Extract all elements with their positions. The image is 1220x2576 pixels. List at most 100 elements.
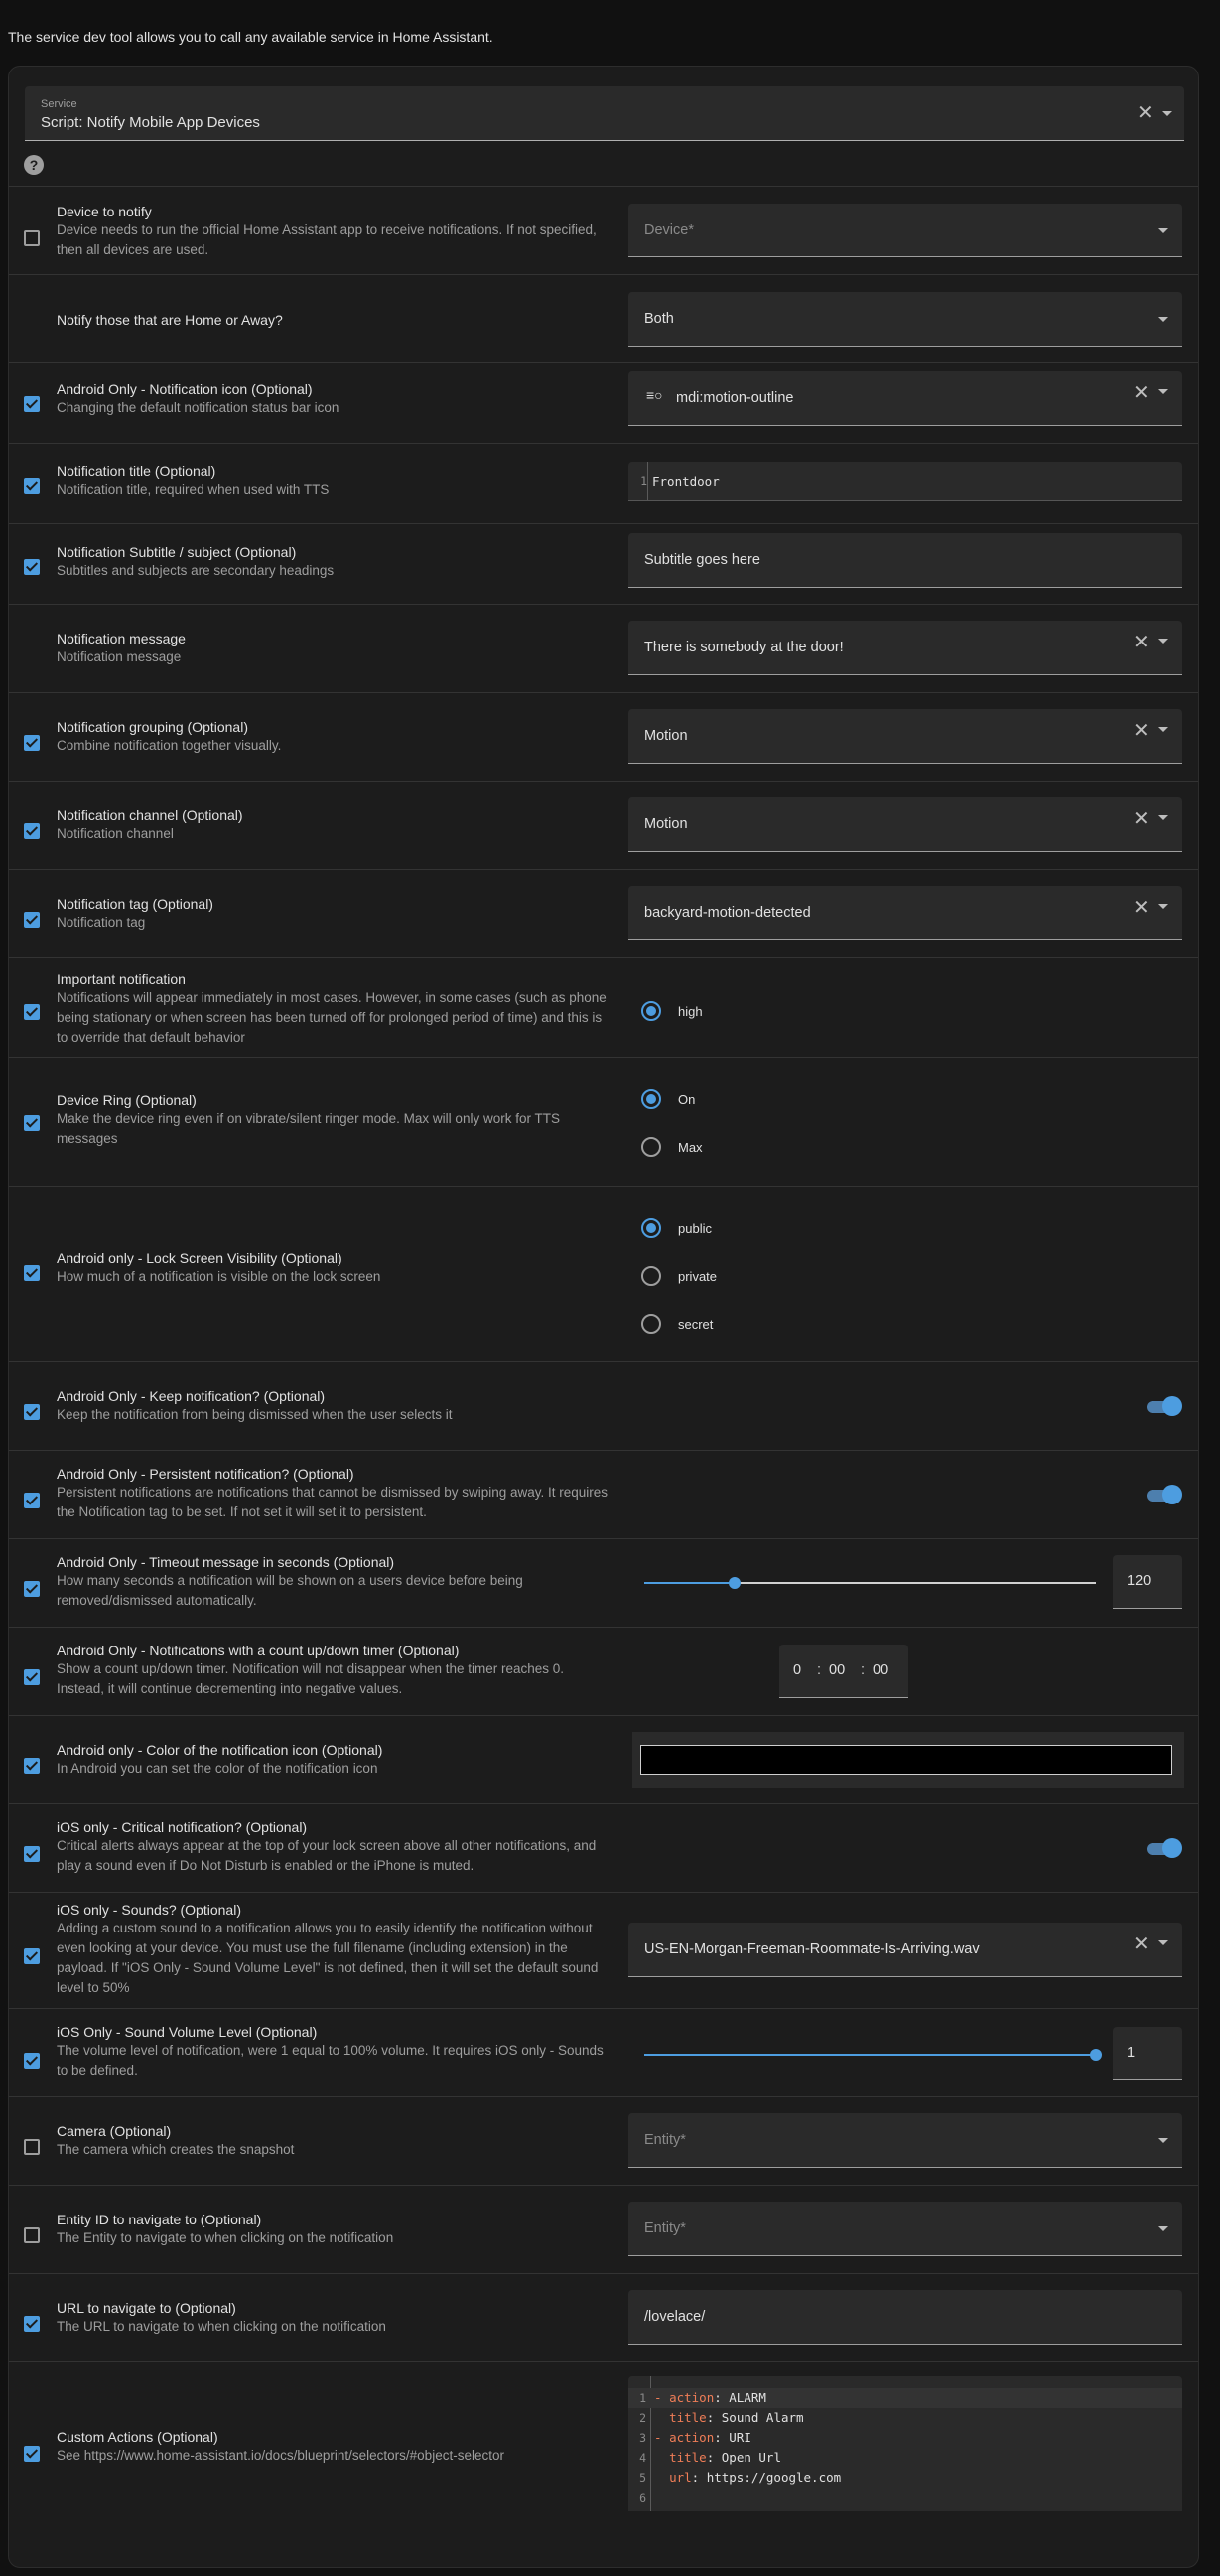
radio-private[interactable] (641, 1266, 661, 1286)
checkbox-tag[interactable] (24, 912, 40, 928)
code-prefix (654, 2470, 669, 2485)
radio-max[interactable] (641, 1137, 661, 1157)
checkbox-color[interactable] (24, 1758, 40, 1774)
chevron-down-icon[interactable] (1158, 727, 1168, 732)
radio-public[interactable] (641, 1218, 661, 1238)
keep-toggle[interactable] (1147, 1396, 1182, 1416)
timer-duration-input[interactable]: 0 : 00 : 00 (779, 1645, 908, 1698)
channel-input[interactable]: Motion ✕ (628, 797, 1182, 852)
chevron-down-icon[interactable] (1158, 639, 1168, 644)
timer-hours[interactable]: 0 (793, 1662, 801, 1678)
clear-icon[interactable]: ✕ (1133, 809, 1150, 829)
entity-nav-select[interactable]: Entity* (628, 2202, 1182, 2256)
checkbox-device[interactable] (24, 230, 40, 246)
checkbox-persistent[interactable] (24, 1493, 40, 1508)
checkbox-keep[interactable] (24, 1404, 40, 1420)
color-swatch[interactable] (640, 1745, 1172, 1775)
color-picker[interactable] (632, 1732, 1184, 1788)
checkbox-icon[interactable] (24, 396, 40, 412)
subtitle-input[interactable]: Subtitle goes here (628, 533, 1182, 588)
chevron-down-icon[interactable] (1158, 317, 1168, 322)
code-line: 4 title: Open Url (628, 2448, 1182, 2468)
checkbox-visibility[interactable] (24, 1265, 40, 1281)
camera-placeholder: Entity* (644, 2132, 686, 2148)
chevron-down-icon[interactable] (1158, 904, 1168, 909)
row-title: iOS only - Sounds? (Optional) (57, 1902, 241, 1918)
service-select[interactable]: Service Script: Notify Mobile App Device… (25, 86, 1184, 141)
clear-icon[interactable]: ✕ (1133, 1934, 1150, 1954)
row-device: Device to notify Device needs to run the… (9, 186, 1198, 274)
checkbox-ring[interactable] (24, 1115, 40, 1131)
clear-icon[interactable]: ✕ (1133, 633, 1150, 652)
title-code-editor[interactable]: 1 Frontdoor (628, 462, 1182, 501)
timer-minutes[interactable]: 00 (829, 1662, 845, 1678)
row-title: Notification title (Optional) (57, 463, 216, 479)
code-prefix: - (654, 2430, 670, 2445)
checkbox-grouping[interactable] (24, 735, 40, 751)
url-input[interactable]: /lovelace/ (628, 2290, 1182, 2345)
radio-on[interactable] (641, 1089, 661, 1109)
device-select[interactable]: Device* (628, 204, 1182, 257)
critical-toggle[interactable] (1147, 1838, 1182, 1858)
row-desc: Notification channel (57, 826, 174, 841)
volume-number-input[interactable]: 1 (1113, 2027, 1182, 2080)
line-number: 2 (639, 2411, 646, 2425)
checkbox-timer[interactable] (24, 1669, 40, 1685)
clear-icon[interactable]: ✕ (1133, 898, 1150, 918)
checkbox-volume[interactable] (24, 2053, 40, 2069)
row-desc: Persistent notifications are notificatio… (57, 1485, 609, 1519)
timer-seconds[interactable]: 00 (873, 1662, 888, 1678)
row-timeout: Android Only - Timeout message in second… (9, 1538, 1198, 1627)
checkbox-important[interactable] (24, 1004, 40, 1020)
code-line: 5 url: https://google.com (628, 2468, 1182, 2488)
radio-high[interactable] (641, 1001, 661, 1021)
row-title: Notification tag (Optional) (57, 896, 213, 912)
grouping-input[interactable]: Motion ✕ (628, 709, 1182, 764)
chevron-down-icon[interactable] (1158, 1940, 1168, 1945)
volume-slider-handle[interactable] (1090, 2049, 1102, 2061)
clear-icon[interactable]: ✕ (1137, 103, 1153, 123)
row-title: Entity ID to navigate to (Optional) (57, 2212, 262, 2227)
chevron-down-icon[interactable] (1158, 2138, 1168, 2143)
chevron-down-icon[interactable] (1158, 2226, 1168, 2231)
row-sounds: iOS only - Sounds? (Optional) Adding a c… (9, 1892, 1198, 2008)
checkbox-title[interactable] (24, 478, 40, 494)
timeout-slider-handle[interactable] (729, 1577, 741, 1589)
row-desc: The volume level of notification, were 1… (57, 2043, 604, 2077)
timeout-number-input[interactable]: 120 (1113, 1555, 1182, 1609)
checkbox-entity-nav[interactable] (24, 2227, 40, 2243)
actions-code-editor[interactable]: 1- action: ALARM 2 title: Sound Alarm 3- a… (628, 2376, 1182, 2511)
chevron-down-icon[interactable] (1158, 228, 1168, 233)
home-away-select[interactable]: Both (628, 292, 1182, 347)
checkbox-camera[interactable] (24, 2139, 40, 2155)
row-title: Important notification (57, 971, 186, 987)
checkbox-timeout[interactable] (24, 1581, 40, 1597)
checkbox-sounds[interactable] (24, 1948, 40, 1964)
checkbox-channel[interactable] (24, 823, 40, 839)
chevron-down-icon[interactable] (1158, 815, 1168, 820)
checkbox-subtitle[interactable] (24, 559, 40, 575)
icon-value: mdi:motion-outline (676, 390, 794, 406)
timer-separator: : (861, 1662, 866, 1678)
clear-icon[interactable]: ✕ (1133, 721, 1150, 741)
camera-select[interactable]: Entity* (628, 2113, 1182, 2168)
sounds-input[interactable]: US-EN-Morgan-Freeman-Roommate-Is-Arrivin… (628, 1923, 1182, 1977)
message-input[interactable]: There is somebody at the door! ✕ (628, 621, 1182, 675)
tag-input[interactable]: backyard-motion-detected ✕ (628, 886, 1182, 940)
code-value: ALARM (729, 2390, 766, 2405)
checkbox-actions[interactable] (24, 2446, 40, 2462)
checkbox-critical[interactable] (24, 1846, 40, 1862)
row-title: Android only - Color of the notification… (57, 1742, 383, 1758)
chevron-down-icon[interactable] (1162, 111, 1172, 116)
row-desc: Combine notification together visually. (57, 738, 282, 753)
row-desc: Adding a custom sound to a notification … (57, 1921, 599, 1995)
code-key: url (669, 2470, 692, 2485)
code-key: action (669, 2430, 715, 2445)
clear-icon[interactable]: ✕ (1133, 383, 1150, 403)
icon-picker[interactable]: ≡○ mdi:motion-outline ✕ (628, 371, 1182, 426)
chevron-down-icon[interactable] (1158, 389, 1168, 394)
checkbox-url[interactable] (24, 2316, 40, 2332)
persistent-toggle[interactable] (1147, 1485, 1182, 1504)
radio-secret[interactable] (641, 1314, 661, 1334)
help-icon[interactable]: ? (24, 155, 44, 175)
